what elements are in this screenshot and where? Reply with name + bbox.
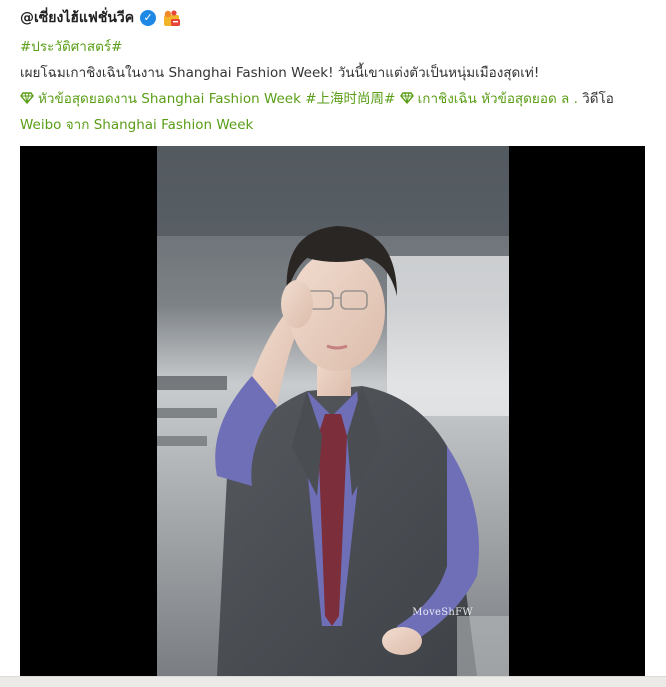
hashtag-history[interactable]: #ประวัติศาสตร์# <box>20 34 650 60</box>
weibo-post-card: @เซี่ยงไฮ้แฟชั่นวีค ✓ #ประวัติศาสตร์# เผ… <box>0 0 666 687</box>
video-player[interactable]: MoveShFW <box>20 146 645 676</box>
topic-link-fashion-week-label: หัวข้อสุดยอดงาน Shanghai Fashion Week <box>38 91 301 107</box>
diamond-topic-icon <box>399 92 414 104</box>
video-text: วิดีโอ <box>582 91 614 107</box>
video-frame: MoveShFW <box>157 146 509 676</box>
post-body-text: เผยโฉมเกาชิงเฉินในงาน Shanghai Fashion W… <box>20 65 540 81</box>
diamond-topic-icon <box>20 92 34 104</box>
video-link[interactable]: ล . <box>561 91 582 107</box>
bottom-divider <box>0 676 666 687</box>
video-marker: ล . <box>561 91 578 107</box>
topic-link-gao-qingchen[interactable]: เกาชิงเฉิน หัวข้อสุดยอด <box>399 91 561 107</box>
video-watermark: MoveShFW <box>412 607 473 618</box>
post-header: @เซี่ยงไฮ้แฟชั่นวีค ✓ <box>20 8 182 28</box>
username-link[interactable]: @เซี่ยงไฮ้แฟชั่นวีค <box>20 7 134 29</box>
topic-link-fashion-week[interactable]: หัวข้อสุดยอดงาน Shanghai Fashion Week <box>20 91 305 107</box>
topic-link-gao-qingchen-label: เกาชิงเฉิน หัวข้อสุดยอด <box>417 91 557 107</box>
topic-links-line: หัวข้อสุดยอดงาน Shanghai Fashion Week #上… <box>20 86 650 112</box>
verified-check-icon: ✓ <box>140 10 157 26</box>
video-source-link[interactable]: Weibo จาก Shanghai Fashion Week <box>20 112 650 138</box>
video-frame-image <box>157 146 509 676</box>
post-text: #ประวัติศาสตร์# เผยโฉมเกาชิงเฉินในงาน Sh… <box>20 34 650 138</box>
vip-badge-icon[interactable] <box>162 9 182 27</box>
hashtag-cn[interactable]: #上海时尚周# <box>305 91 395 107</box>
